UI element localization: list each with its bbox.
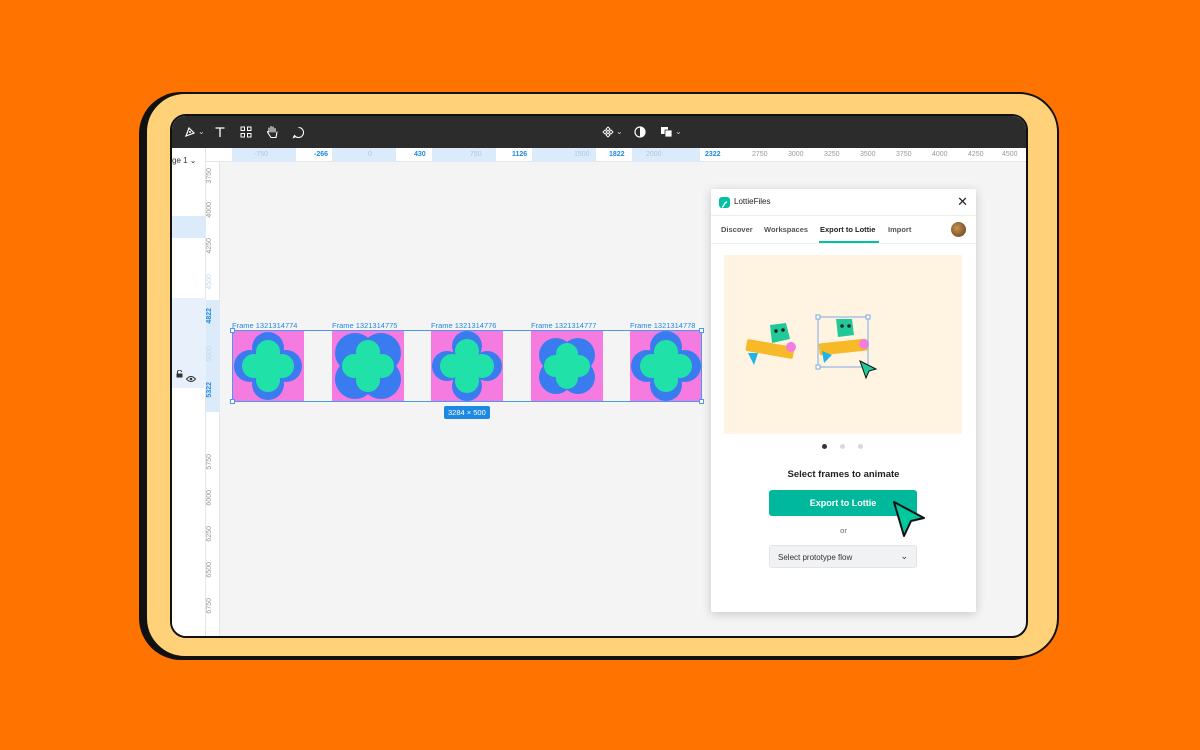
carousel-dots	[711, 444, 976, 452]
selection-outline	[232, 330, 702, 402]
ruler-highlight	[332, 148, 396, 162]
selection-size-badge: 3284 × 500	[444, 406, 490, 419]
tab-discover[interactable]: Discover	[721, 225, 753, 234]
ruler-label: 5750	[206, 454, 213, 470]
component-icon[interactable]: ⌄	[602, 124, 623, 140]
ruler-label: 4822	[206, 308, 213, 324]
tab-workspaces[interactable]: Workspaces	[764, 225, 808, 234]
ruler-label: -266	[314, 151, 329, 158]
layers-panel: ge 1 ⌄	[172, 148, 206, 636]
lottiefiles-logo-icon	[719, 197, 730, 208]
frame-label[interactable]: Frame 1321314774	[232, 321, 297, 330]
avatar[interactable]	[951, 222, 966, 237]
ruler-label: 1500	[574, 151, 590, 158]
close-icon[interactable]: ✕	[957, 194, 968, 210]
page-selector[interactable]: ge 1 ⌄	[172, 156, 197, 165]
ruler-label: 4000	[206, 202, 213, 218]
ruler-label: 6000	[206, 490, 213, 506]
prototype-flow-select[interactable]: Select prototype flow ⌄	[769, 545, 917, 568]
ruler-label: 2000	[646, 151, 662, 158]
chevron-down-icon: ⌄	[198, 127, 205, 136]
eye-icon[interactable]	[185, 370, 197, 388]
resize-handle[interactable]	[230, 399, 235, 404]
tab-export-to-lottie[interactable]: Export to Lottie	[820, 225, 875, 234]
resize-handle[interactable]	[230, 328, 235, 333]
ruler-label: 4500	[1002, 151, 1018, 158]
ruler-label: 0	[368, 151, 372, 158]
frame-label[interactable]: Frame 1321314776	[431, 321, 496, 330]
ruler-vertical: 3750 4000 4250 4500 4822 5000 5322 5750 …	[206, 162, 220, 636]
ruler-label: 2322	[705, 151, 721, 158]
chevron-down-icon: ⌄	[675, 127, 682, 136]
pen-tool-icon[interactable]: ⌄	[184, 124, 205, 140]
toolbar: ⌄ ⌄ ⌄	[172, 116, 1026, 148]
layer-row[interactable]	[172, 216, 206, 238]
carousel-dot[interactable]	[822, 444, 827, 449]
ruler-label: 1822	[609, 151, 625, 158]
ruler-label: 1126	[512, 151, 528, 158]
preview-illustration	[724, 255, 962, 434]
ruler-label: 430	[414, 151, 426, 158]
ruler-label: 4250	[968, 151, 984, 158]
figma-window: ⌄ ⌄ ⌄ -750 -266 0 430 750 1126 1500 1822…	[170, 114, 1028, 638]
or-divider-text: or	[840, 526, 847, 535]
ruler-horizontal: -750 -266 0 430 750 1126 1500 1822 2000 …	[172, 148, 1026, 162]
ruler-label: 4500	[206, 274, 213, 290]
frame-label[interactable]: Frame 1321314777	[531, 321, 596, 330]
plugin-title: LottieFiles	[734, 197, 771, 206]
tab-import[interactable]: Import	[888, 225, 911, 234]
chevron-down-icon: ⌄	[900, 551, 908, 561]
ruler-label: 4250	[206, 238, 213, 254]
ruler-label: 2750	[752, 151, 768, 158]
ruler-highlight	[432, 148, 496, 162]
ruler-label: 3500	[860, 151, 876, 158]
plugin-header: LottieFiles ✕	[711, 189, 976, 216]
chevron-down-icon: ⌄	[616, 127, 623, 136]
cursor-arrow-icon	[892, 500, 928, 545]
ruler-label: 5322	[206, 382, 213, 398]
ruler-label: 5000	[206, 346, 213, 362]
carousel-dot[interactable]	[858, 444, 863, 449]
boolean-icon[interactable]: ⌄	[660, 124, 682, 140]
ruler-label: 6500	[206, 562, 213, 578]
ruler-label: 6250	[206, 526, 213, 542]
resize-handle[interactable]	[699, 328, 704, 333]
resize-handle[interactable]	[699, 399, 704, 404]
ruler-label: 3750	[206, 168, 213, 184]
ruler-label: 6750	[206, 598, 213, 614]
frame-label[interactable]: Frame 1321314778	[630, 321, 695, 330]
carousel-dot[interactable]	[840, 444, 845, 449]
section-heading: Select frames to animate	[787, 469, 900, 480]
ruler-label: 750	[470, 151, 482, 158]
ruler-label: 3000	[788, 151, 804, 158]
contrast-icon[interactable]	[634, 124, 646, 140]
plugin-tabs: Discover Workspaces Export to Lottie Imp…	[711, 216, 976, 244]
active-tab-indicator	[819, 241, 879, 243]
hand-tool-icon[interactable]	[266, 124, 279, 140]
text-tool-icon[interactable]	[214, 124, 226, 140]
ruler-highlight	[632, 148, 700, 162]
ruler-label: 3750	[896, 151, 912, 158]
lottiefiles-plugin-panel: LottieFiles ✕ Discover Workspaces Export…	[711, 189, 976, 612]
frame-label[interactable]: Frame 1321314775	[332, 321, 397, 330]
ruler-label: 3250	[824, 151, 840, 158]
comment-icon[interactable]	[292, 124, 305, 140]
ruler-label: -750	[254, 151, 269, 158]
ruler-label: 4000	[932, 151, 948, 158]
select-label: Select prototype flow	[778, 553, 853, 562]
components-icon[interactable]	[240, 124, 252, 140]
lock-icon[interactable]	[176, 369, 183, 380]
